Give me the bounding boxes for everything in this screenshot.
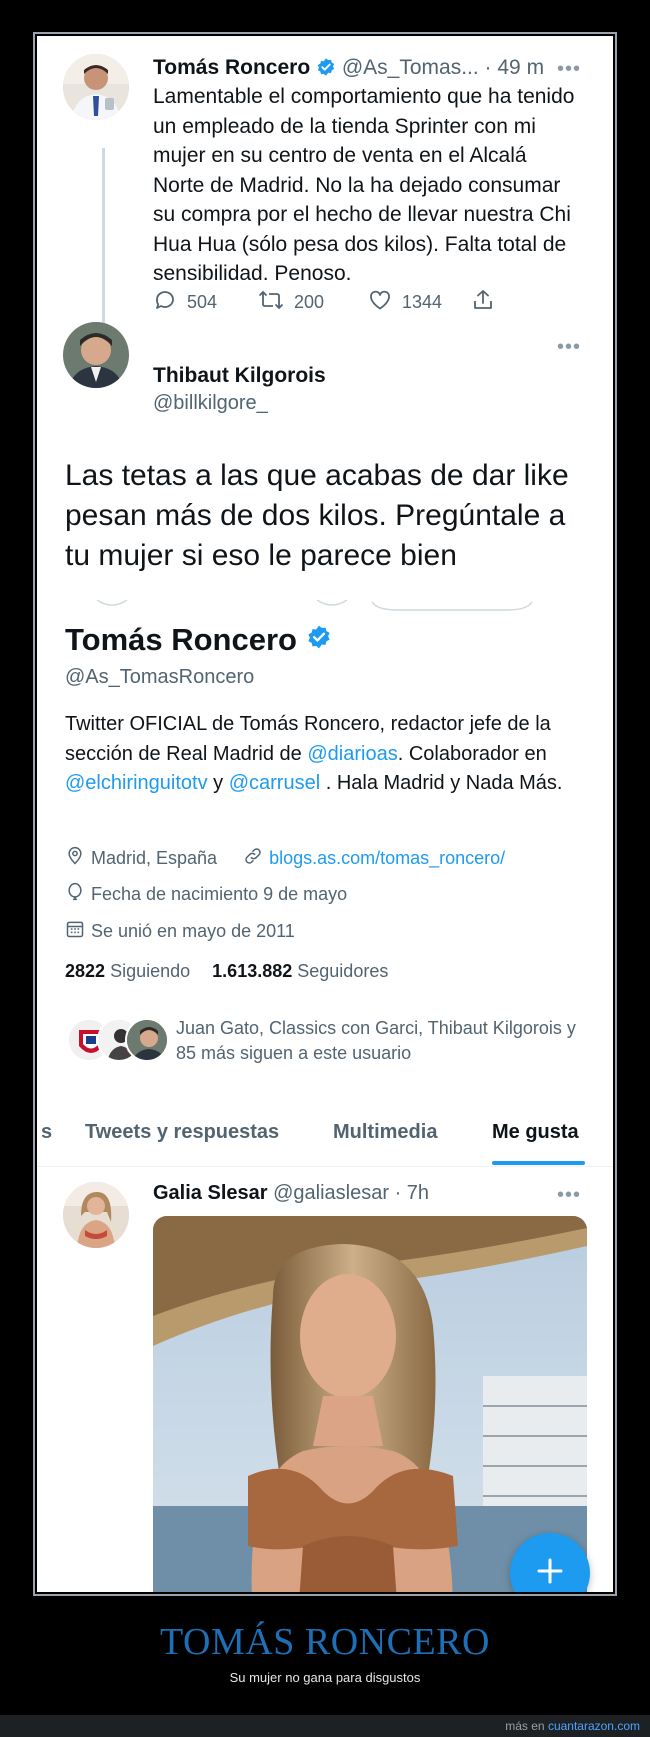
tweet3-photo[interactable] <box>153 1216 587 1592</box>
profile-verified-badge-icon <box>306 622 332 658</box>
known-followers-text[interactable]: Juan Gato, Classics con Garci, Thibaut K… <box>176 1016 576 1066</box>
follow-counts: 2822 Siguiendo 1.613.882 Seguidores <box>65 961 388 982</box>
tab-multimedia[interactable]: Multimedia <box>333 1121 437 1144</box>
profile-birthday-row: Fecha de nacimiento 9 de mayo <box>65 882 347 907</box>
avatar-thibaut-kilgorois[interactable] <box>63 322 129 388</box>
reply-count: 504 <box>187 292 218 312</box>
bio-link-carrusel[interactable]: @carrusel <box>229 772 320 794</box>
tweet2-more-icon[interactable]: ••• <box>557 336 581 359</box>
tweet1-more-icon[interactable]: ••• <box>557 58 581 81</box>
profile-name: Tomás Roncero <box>65 622 332 658</box>
profile-location-row: Madrid, España blogs.as.com/tomas_roncer… <box>65 846 505 871</box>
followers-label: Seguidores <box>297 961 389 981</box>
tweet1-author-name[interactable]: Tomás Roncero <box>153 56 310 79</box>
footer-text: más en cuantarazon.com <box>505 1719 640 1733</box>
profile-joined-row: Se unió en mayo de 2011 <box>65 919 295 944</box>
retweet-button[interactable]: 200 <box>258 288 324 317</box>
screenshot-frame: Tomás Roncero @As_Tomas... · 49 m ••• La… <box>33 32 617 1596</box>
link-icon <box>243 846 263 871</box>
profile-joined: Se unió en mayo de 2011 <box>91 921 295 941</box>
tweet3-more-icon[interactable]: ••• <box>557 1184 581 1207</box>
avatar-tomas-roncero[interactable] <box>63 54 129 120</box>
profile-location: Madrid, España <box>91 848 218 868</box>
balloon-icon <box>65 882 85 907</box>
follower-avatar-3 <box>125 1018 169 1062</box>
followers-link[interactable]: 1.613.882 Seguidores <box>212 961 388 981</box>
bio-text-4: . Hala Madrid y Nada Más. <box>320 772 563 794</box>
active-tab-indicator <box>492 1161 585 1165</box>
bio-link-elchiringuitotv[interactable]: @elchiringuitotv <box>65 772 208 794</box>
location-pin-icon <box>65 846 85 871</box>
reply-icon <box>153 288 177 317</box>
bio-link-diarioas[interactable]: @diarioas <box>307 743 397 765</box>
tab-tweets-y-respuestas[interactable]: Tweets y respuestas <box>85 1121 279 1144</box>
profile-website-link[interactable]: blogs.as.com/tomas_roncero/ <box>269 848 505 869</box>
bio-text-2: . Colaborador en <box>397 742 547 765</box>
profile-header-edge <box>37 599 613 616</box>
verified-badge-icon <box>316 57 336 83</box>
twitter-panel: Tomás Roncero @As_Tomas... · 49 m ••• La… <box>37 36 613 1592</box>
tab-partial[interactable]: s <box>41 1121 52 1144</box>
avatar-galia-slesar[interactable] <box>63 1182 129 1248</box>
tab-me-gusta[interactable]: Me gusta <box>492 1121 579 1144</box>
following-link[interactable]: 2822 Siguiendo <box>65 961 190 981</box>
tweet1-text: Lamentable el comportamiento que ha teni… <box>153 85 575 285</box>
retweet-icon <box>258 288 284 317</box>
following-label: Siguiendo <box>110 961 191 981</box>
tweet1-time[interactable]: · 49 m <box>485 56 545 79</box>
tweet3-header: Galia Slesar @galiaslesar · 7h <box>153 1182 429 1205</box>
like-count: 1344 <box>402 292 443 312</box>
retweet-count: 200 <box>294 292 325 312</box>
tweet1-header: Tomás Roncero @As_Tomas... · 49 m <box>153 56 544 83</box>
bio-text-3: y <box>207 772 229 794</box>
tweet3-handle[interactable]: @galiaslesar <box>273 1182 389 1204</box>
share-button[interactable] <box>471 288 495 317</box>
profile-birthday: Fecha de nacimiento 9 de mayo <box>91 884 348 904</box>
profile-tabs: s Tweets y respuestas Multimedia Me gust… <box>37 1101 613 1167</box>
caption-title: TOMÁS RONCERO <box>160 1621 490 1663</box>
tweet1-handle[interactable]: @As_Tomas... <box>342 56 479 79</box>
tweet2-header: Thibaut Kilgorois <box>153 364 326 388</box>
following-count: 2822 <box>65 961 106 981</box>
tweet2-text: Las tetas a las que acabas de dar like p… <box>65 459 569 572</box>
followers-count: 1.613.882 <box>212 961 293 981</box>
profile-bio: Twitter OFICIAL de Tomás Roncero, redact… <box>65 710 605 799</box>
tweet1-actions: 504 200 1344 <box>153 288 543 318</box>
footer-prefix: más en <box>505 1719 548 1733</box>
tweet3-author-name[interactable]: Galia Slesar <box>153 1182 268 1204</box>
known-followers-avatars[interactable] <box>67 1018 169 1064</box>
reply-button[interactable]: 504 <box>153 288 217 317</box>
calendar-icon <box>65 919 85 944</box>
footer-bar: más en cuantarazon.com <box>0 1715 650 1737</box>
tweet3-time[interactable]: · 7h <box>395 1182 429 1204</box>
tweet2-author-name[interactable]: Thibaut Kilgorois <box>153 364 326 387</box>
caption-subtitle: Su mujer no gana para disgustos <box>229 1670 421 1685</box>
share-icon <box>471 288 495 317</box>
heart-icon <box>368 288 392 317</box>
like-button[interactable]: 1344 <box>368 288 442 317</box>
profile-handle: @As_TomasRoncero <box>65 666 255 688</box>
plus-icon <box>535 1556 565 1591</box>
profile-name-text: Tomás Roncero <box>65 622 297 657</box>
footer-site-link[interactable]: cuantarazon.com <box>548 1719 640 1733</box>
tweet2-handle[interactable]: @billkilgore_ <box>153 392 268 415</box>
